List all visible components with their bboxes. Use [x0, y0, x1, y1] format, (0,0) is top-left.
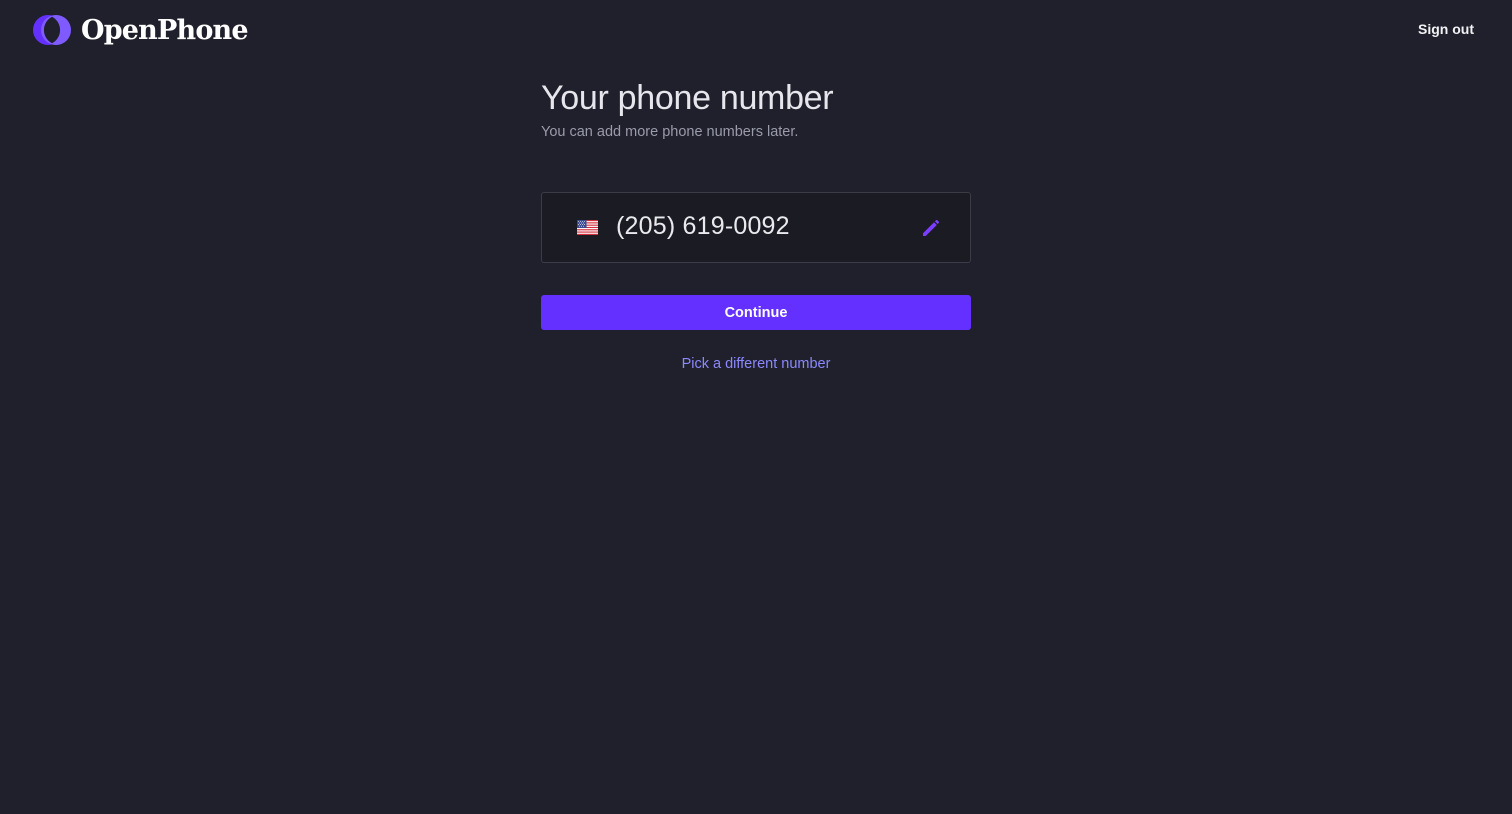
continue-button[interactable]: Continue — [541, 295, 971, 330]
openphone-logo[interactable]: OpenPhone — [32, 14, 249, 46]
phone-number-value: (205) 619-0092 — [616, 212, 790, 240]
brand-name: OpenPhone — [81, 14, 249, 46]
pencil-icon[interactable] — [919, 216, 943, 240]
page-subtitle: You can add more phone numbers later. — [541, 124, 799, 140]
top-bar: OpenPhone Sign out — [0, 0, 1512, 62]
selected-number-field[interactable]: (205) 619-0092 — [541, 192, 971, 263]
pick-different-number-link[interactable]: Pick a different number — [541, 354, 971, 374]
phone-number-step: Your phone number You can add more phone… — [541, 76, 971, 374]
sign-out-link[interactable]: Sign out — [1418, 21, 1474, 37]
page-title: Your phone number — [541, 79, 834, 117]
us-flag-icon — [577, 220, 598, 235]
openphone-logo-icon — [33, 15, 71, 45]
